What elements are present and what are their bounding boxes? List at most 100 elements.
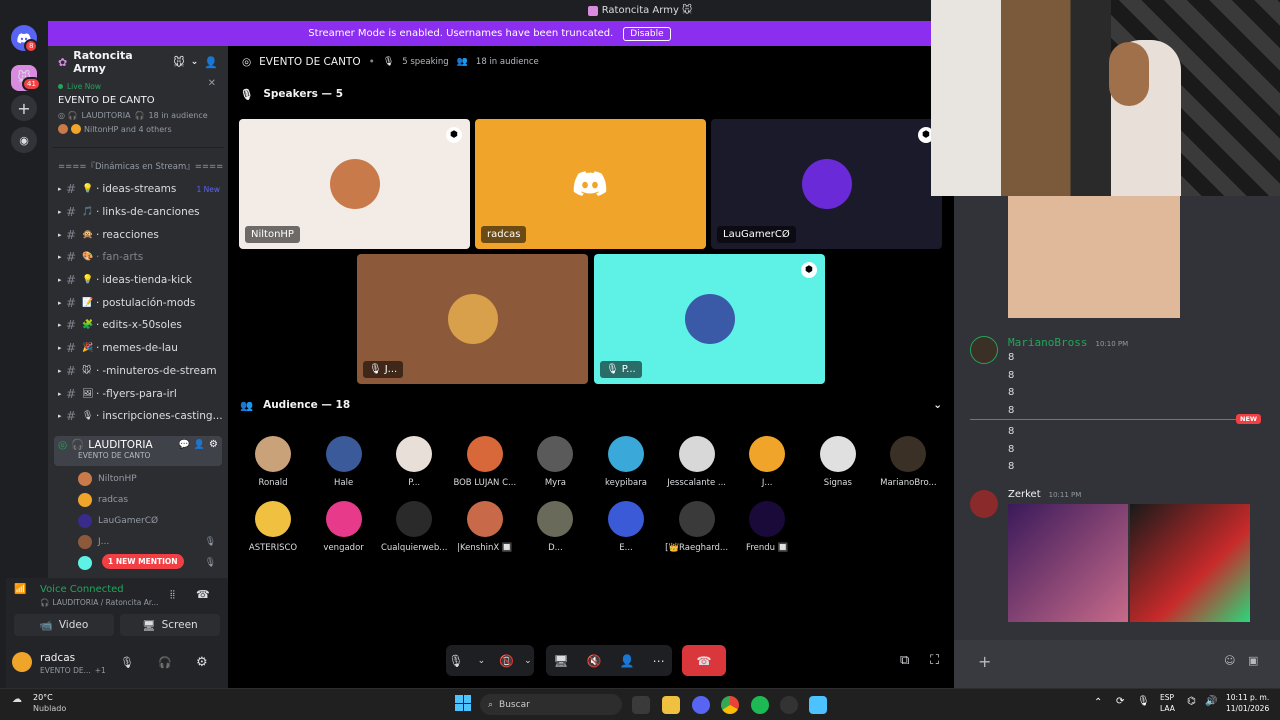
move-to-audience-icon[interactable]: 👤 xyxy=(620,654,635,668)
chrome-icon[interactable] xyxy=(721,696,739,714)
audience-member[interactable]: E... xyxy=(591,501,661,553)
noise-suppression-icon[interactable]: ⦙⦙ xyxy=(170,588,175,602)
channel-item[interactable]: ▸ # 💡 · ideas-tienda-kick xyxy=(48,269,228,292)
discover-icon[interactable]: ◉ xyxy=(11,127,37,153)
channel-item[interactable]: ▸ # 🎉 · memes-de-lau xyxy=(48,337,228,360)
speaker-tile[interactable]: 🎙 J... xyxy=(357,254,588,384)
chevron-down-icon[interactable]: ⌄ xyxy=(524,656,532,666)
channel-item[interactable]: ▸ # 💡 · ideas-streams 1 New xyxy=(48,178,228,201)
audience-member[interactable]: Signas xyxy=(803,436,873,488)
file-explorer-icon[interactable] xyxy=(662,696,680,714)
close-icon[interactable]: ✕ xyxy=(208,78,216,89)
audience-member[interactable]: Myra xyxy=(520,436,590,488)
leave-stage-button[interactable]: ☎ xyxy=(682,645,726,676)
channel-item[interactable]: ▸ # 🎨 · fan-arts xyxy=(48,246,228,269)
audience-member[interactable]: Frendu 🔲 xyxy=(732,501,802,553)
invite-icon[interactable]: 👤 xyxy=(204,56,218,69)
audience-member[interactable]: BOB LUJAN C... xyxy=(450,436,520,488)
search-box[interactable]: ⌕ Buscar xyxy=(480,694,622,715)
emoji-icon[interactable]: ☺ xyxy=(1224,654,1235,667)
channel-item[interactable]: ▸ # 🖼 · -flyers-para-irl xyxy=(48,382,228,405)
channel-item[interactable]: ▸ # 🐭 · -minuteros-de-stream xyxy=(48,360,228,383)
speaker-tile[interactable]: ⬢ LauGamerCØ xyxy=(711,119,942,249)
mic-control[interactable]: 🎙 ⌄ 📵 ⌄ xyxy=(446,645,534,676)
chevron-up-icon[interactable]: ⌃ xyxy=(1094,697,1102,708)
add-server-icon[interactable]: + xyxy=(11,95,37,121)
voice-status[interactable]: Voice Connected xyxy=(40,584,124,595)
live-event-card[interactable]: Live Now EVENTO DE CANTO ◎ 🎧 LAUDITORIA 🎧 1… xyxy=(52,78,224,148)
audience-member[interactable]: keypibara xyxy=(591,436,661,488)
chevron-down-icon[interactable]: ⌄ xyxy=(478,656,486,666)
voice-user[interactable]: radcas xyxy=(48,489,228,510)
channel-item[interactable]: ▸ # 🎵 · links-de-canciones xyxy=(48,201,228,224)
audience-member[interactable]: Ronald xyxy=(238,436,308,488)
camera-off-icon[interactable]: 📵 xyxy=(499,654,514,668)
audience-member[interactable]: MarianoBro... xyxy=(873,436,943,488)
add-attachment-icon[interactable]: + xyxy=(978,652,991,671)
category-header[interactable]: ====『Dinámicas en Stream』==== xyxy=(48,148,228,178)
volume-icon[interactable]: 🔊 xyxy=(1205,696,1217,707)
gear-icon[interactable]: ⚙ xyxy=(196,655,208,670)
message-author[interactable]: Zerket xyxy=(1008,489,1041,500)
disable-button[interactable]: Disable xyxy=(623,26,671,41)
voice-user[interactable]: LauGamerCØ xyxy=(48,510,228,531)
fullscreen-icon[interactable]: ⛶ xyxy=(930,653,939,668)
video-button[interactable]: 📹 Video xyxy=(14,614,114,636)
channel-item[interactable]: ▸ # 🧩 · edits-x-50soles xyxy=(48,314,228,337)
spotify-icon[interactable] xyxy=(751,696,769,714)
audience-member[interactable]: Cualquierweb... xyxy=(379,501,449,553)
screen-button[interactable]: 🖥 Screen xyxy=(120,614,220,636)
audience-member[interactable]: J... xyxy=(732,436,802,488)
image-attachment[interactable] xyxy=(1008,504,1250,622)
meme-image-right[interactable] xyxy=(1130,504,1250,622)
windows-start-icon[interactable] xyxy=(455,695,471,711)
mic-tray-icon[interactable]: 🎙 xyxy=(1137,696,1150,707)
microphone-icon[interactable]: 🎙 xyxy=(120,656,134,669)
speaker-tile[interactable]: ⬢ 🎙 P... xyxy=(594,254,825,384)
sync-icon[interactable]: ⟳ xyxy=(1116,696,1124,707)
notepad-icon[interactable] xyxy=(809,696,827,714)
audience-member[interactable]: |KenshinX 🔲 xyxy=(450,501,520,553)
message-input[interactable]: + ☺ ▣ xyxy=(954,640,1280,688)
channel-item[interactable]: ▸ # 🎙 · inscripciones-casting... xyxy=(48,405,228,428)
voice-user[interactable]: NiltonHP xyxy=(48,468,228,489)
deafen-icon[interactable]: 🔇 xyxy=(587,654,602,668)
chevron-down-icon[interactable]: ⌄ xyxy=(933,399,942,412)
audience-member[interactable]: D... xyxy=(520,501,590,553)
clock-time[interactable]: 10:11 p. m. xyxy=(1226,693,1269,702)
lang-code[interactable]: ESP xyxy=(1160,693,1174,702)
voice-user[interactable]: J... 🎙 xyxy=(48,531,228,552)
audience-member[interactable]: Jesscalante ... xyxy=(662,436,732,488)
audience-member[interactable]: [👑Raeghard... xyxy=(662,501,732,553)
network-icon[interactable]: ⌬ xyxy=(1187,696,1196,707)
task-view-icon[interactable] xyxy=(632,696,650,714)
new-mention-pill[interactable]: 1 NEW MENTION xyxy=(102,554,184,569)
audience-member[interactable]: P... xyxy=(379,436,449,488)
speaker-tile[interactable]: ⬢ NiltonHP xyxy=(239,119,470,249)
speaker-tile[interactable]: radcas xyxy=(475,119,706,249)
discord-taskbar-icon[interactable] xyxy=(692,696,710,714)
message-author[interactable]: MarianoBross xyxy=(1008,336,1087,349)
sticker-icon[interactable]: ▣ xyxy=(1248,654,1258,667)
weather-icon[interactable]: ☁ xyxy=(12,694,22,705)
audience-member[interactable]: ASTERISCO xyxy=(238,501,308,553)
user-avatar[interactable] xyxy=(12,652,32,672)
screen-share-icon[interactable]: 🖥 xyxy=(553,654,568,668)
image-attachment[interactable] xyxy=(1008,196,1180,318)
audience-member[interactable]: Hale xyxy=(309,436,379,488)
more-icon[interactable]: ⋯ xyxy=(653,654,665,668)
audience-member[interactable]: vengador xyxy=(309,501,379,553)
server-header[interactable]: ✿ Ratoncita Army 🐭 ⌄ 👤 xyxy=(48,46,228,78)
microphone-icon[interactable]: 🎙 xyxy=(448,654,463,668)
gear-icon[interactable]: ⚙ xyxy=(209,439,218,450)
obs-icon[interactable] xyxy=(780,696,798,714)
popout-icon[interactable]: ⧉ xyxy=(900,653,909,668)
channel-item[interactable]: ▸ # 📝 · postulación-mods xyxy=(48,291,228,314)
channel-item[interactable]: ▸ # 🙊 · reacciones xyxy=(48,223,228,246)
meme-image-left[interactable] xyxy=(1008,504,1128,622)
disconnect-icon[interactable]: ☎ xyxy=(196,588,210,601)
voice-channel-lauditoria[interactable]: ◎ 🎧 LAUDITORIA 💬 👤 ⚙ EVENTO DE CANTO xyxy=(54,436,222,466)
headphones-icon[interactable]: 🎧 xyxy=(158,656,172,669)
add-user-icon[interactable]: 👤 xyxy=(194,440,205,450)
chat-icon[interactable]: 💬 xyxy=(179,440,190,450)
